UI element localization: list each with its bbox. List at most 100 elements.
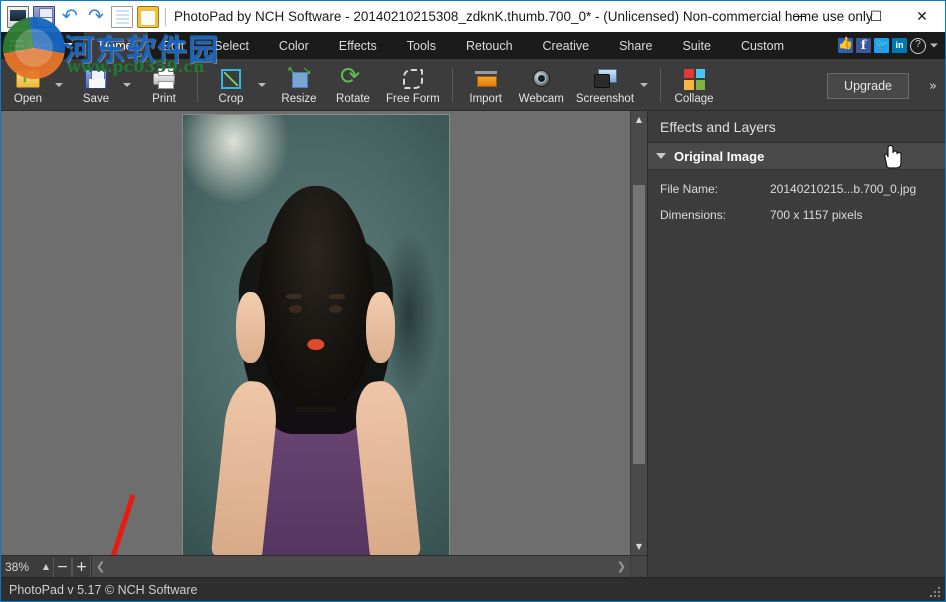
resize-icon <box>286 67 312 91</box>
copy-icon[interactable] <box>111 6 133 28</box>
tab-custom[interactable]: Custom <box>726 32 799 59</box>
photo-lips <box>307 339 324 351</box>
tab-select[interactable]: Select <box>199 32 264 59</box>
crop-dropdown-chevron-icon[interactable] <box>258 83 266 87</box>
open-dropdown-chevron-icon[interactable] <box>55 83 63 87</box>
thumbs-up-icon[interactable] <box>838 38 853 53</box>
paste-icon[interactable] <box>137 6 159 28</box>
photo-hair-front <box>257 186 374 408</box>
toolbar-divider <box>197 68 198 102</box>
undo-icon[interactable]: ↶ <box>59 6 81 28</box>
minimize-button[interactable] <box>807 1 853 32</box>
zoom-in-button[interactable]: + <box>72 557 91 577</box>
photopad-window: ↶ ↷ PhotoPad by NCH Software - 201402102… <box>0 0 946 602</box>
linkedin-icon[interactable]: in <box>892 38 907 53</box>
tab-suite[interactable]: Suite <box>667 32 726 59</box>
rotate-label: Rotate <box>336 93 370 105</box>
layer-title: Original Image <box>674 149 764 164</box>
crop-icon <box>218 67 244 91</box>
collage-button[interactable]: Collage <box>667 60 721 110</box>
photo-brow-right <box>329 294 345 298</box>
tab-tools[interactable]: Tools <box>392 32 451 59</box>
scroll-right-button[interactable]: ❯ <box>617 560 626 573</box>
tab-effects[interactable]: Effects <box>324 32 392 59</box>
image-canvas[interactable] <box>1 111 630 555</box>
annotation-arrow-icon <box>71 489 141 555</box>
photo-brow-left <box>286 294 302 298</box>
upgrade-button[interactable]: Upgrade <box>827 73 909 99</box>
help-icon[interactable]: ? <box>910 38 926 54</box>
quick-access-toolbar: ↶ ↷ <box>1 6 159 28</box>
save-button[interactable]: Save <box>69 60 123 110</box>
print-button[interactable]: Print <box>137 60 191 110</box>
import-scanner-icon <box>473 67 499 91</box>
collage-grid-icon <box>681 67 707 91</box>
maximize-button[interactable]: ☐ <box>853 1 899 32</box>
ribbon-tabs: Home Edit Select Color Effects Tools Ret… <box>84 32 799 59</box>
scroll-left-button[interactable]: ❮ <box>96 560 105 573</box>
canvas-horizontal-scrollbar[interactable]: ❮ ❯ <box>92 556 630 577</box>
screenshot-dropdown-chevron-icon[interactable] <box>640 83 648 87</box>
save-label: Save <box>83 93 109 105</box>
image-preview[interactable] <box>183 115 449 555</box>
collapse-triangle-icon[interactable] <box>656 153 666 159</box>
main-menu-label: Menu <box>28 39 59 53</box>
screenshot-button[interactable]: Screenshot <box>570 60 640 110</box>
import-button[interactable]: Import <box>459 60 513 110</box>
tab-edit[interactable]: Edit <box>148 32 200 59</box>
toolbar-divider-2 <box>452 68 453 102</box>
crop-button[interactable]: Crop <box>204 60 258 110</box>
webcam-icon <box>528 67 554 91</box>
main-menu-button[interactable]: Menu <box>1 32 83 59</box>
facebook-icon[interactable]: f <box>856 38 871 53</box>
tab-retouch[interactable]: Retouch <box>451 32 528 59</box>
app-icon[interactable] <box>7 6 29 28</box>
property-row-dimensions: Dimensions: 700 x 1157 pixels <box>660 208 933 222</box>
redo-icon[interactable]: ↷ <box>85 6 107 28</box>
tab-share[interactable]: Share <box>604 32 667 59</box>
save-dropdown-chevron-icon[interactable] <box>123 83 131 87</box>
window-controls: ☐ ✕ <box>807 1 945 32</box>
help-chevron-down-icon[interactable] <box>930 44 938 48</box>
screenshot-label: Screenshot <box>576 93 634 105</box>
open-button[interactable]: Open <box>1 60 55 110</box>
printer-icon <box>151 67 177 91</box>
layer-item-original-image[interactable]: Original Image <box>648 143 945 170</box>
rotate-button[interactable]: Rotate <box>326 60 380 110</box>
twitter-icon[interactable] <box>874 38 889 53</box>
zoom-out-button[interactable]: − <box>53 557 72 577</box>
save-icon[interactable] <box>33 6 55 28</box>
tab-creative[interactable]: Creative <box>528 32 605 59</box>
webcam-button[interactable]: Webcam <box>513 60 570 110</box>
crop-label: Crop <box>219 93 244 105</box>
canvas-vertical-scrollbar[interactable]: ▲ ▼ <box>630 111 647 555</box>
resize-grip-icon[interactable] <box>930 587 940 597</box>
tab-color[interactable]: Color <box>264 32 324 59</box>
panel-header: Effects and Layers <box>648 111 945 143</box>
chevron-down-icon <box>63 43 73 48</box>
photo-hand-left <box>236 292 265 363</box>
social-links: f in ? <box>838 32 939 59</box>
scroll-up-button[interactable]: ▲ <box>631 111 647 128</box>
scroll-down-button[interactable]: ▼ <box>631 538 647 555</box>
tab-home[interactable]: Home <box>84 32 147 59</box>
zoom-stepper-up-icon[interactable]: ▲ <box>39 562 53 571</box>
window-title: PhotoPad by NCH Software - 2014021021530… <box>174 9 873 24</box>
close-button[interactable]: ✕ <box>899 1 945 32</box>
vertical-scroll-track[interactable] <box>631 128 647 538</box>
collage-label: Collage <box>675 93 714 105</box>
photo-background <box>183 115 449 555</box>
resize-label: Resize <box>281 93 316 105</box>
resize-button[interactable]: Resize <box>272 60 326 110</box>
property-row-file-name: File Name: 20140210215...b.700_0.jpg <box>660 182 933 196</box>
title-divider <box>165 8 166 26</box>
toolbar-overflow-button[interactable]: » <box>929 79 937 94</box>
scrollbar-corner <box>630 556 647 577</box>
vertical-scroll-thumb[interactable] <box>633 185 645 464</box>
mouse-hand-cursor-icon <box>881 145 903 171</box>
open-folder-icon <box>15 67 41 91</box>
menu-bar: Menu Home Edit Select Color Effects Tool… <box>1 32 945 59</box>
free-form-label: Free Form <box>386 93 440 105</box>
minimize-glyph <box>794 16 805 17</box>
free-form-button[interactable]: Free Form <box>380 60 446 110</box>
